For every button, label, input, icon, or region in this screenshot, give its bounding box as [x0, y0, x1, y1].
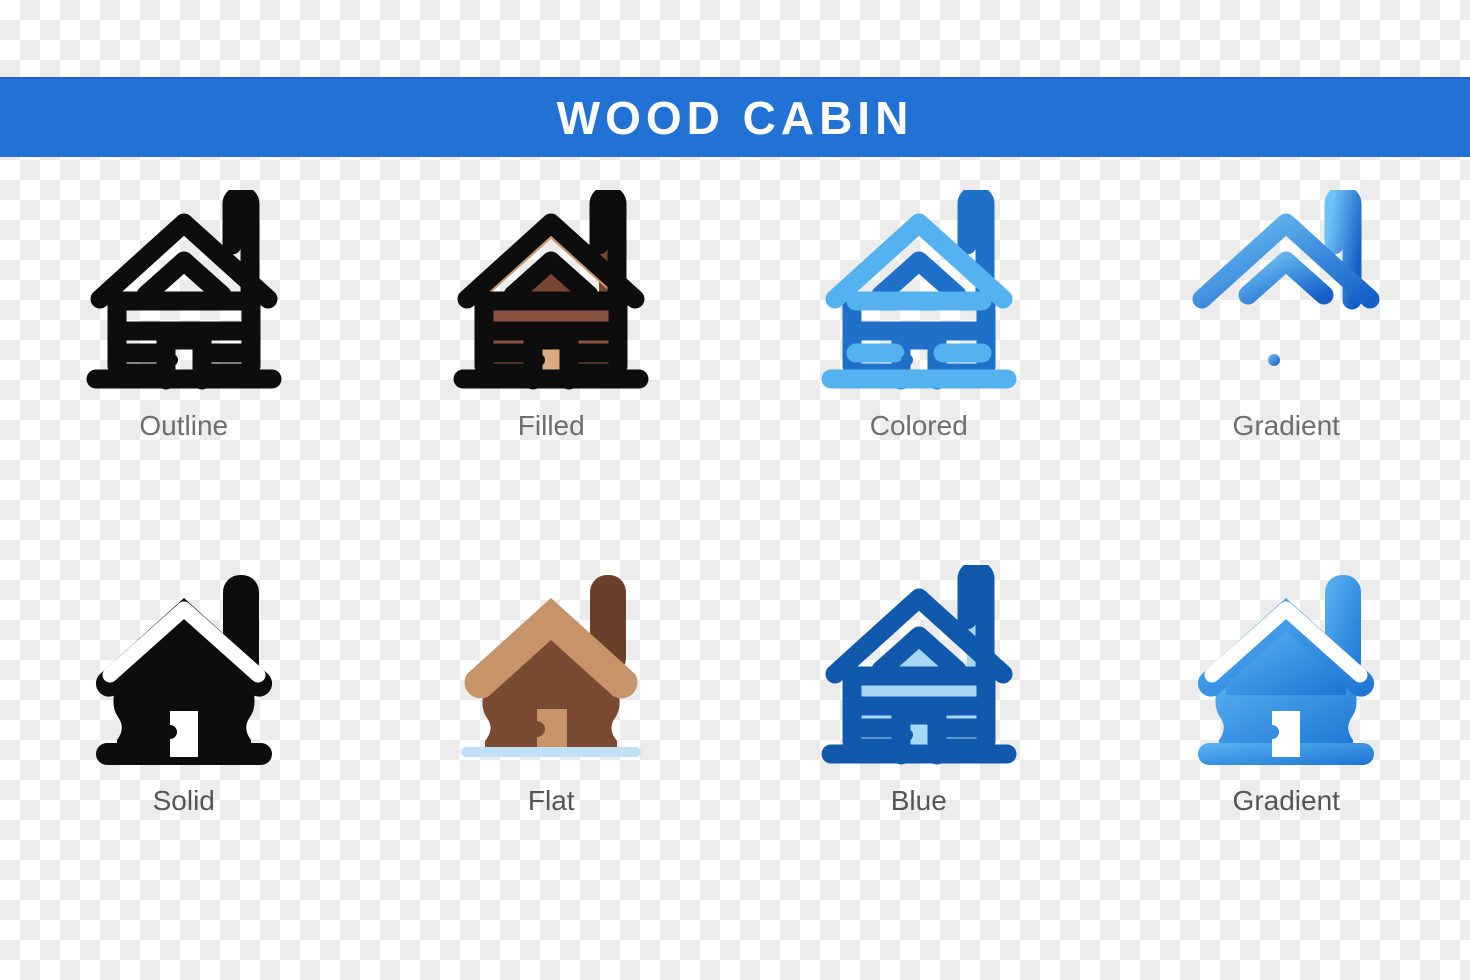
icon-grid: Outline Filled Colored Gradient Solid Fl…: [0, 185, 1470, 935]
icon-cell-outline[interactable]: Outline: [0, 185, 368, 560]
wood-cabin-colored-icon[interactable]: [814, 185, 1024, 400]
icon-cell-gradient-solid[interactable]: Gradient: [1103, 560, 1470, 935]
wood-cabin-gradient-outline-icon[interactable]: [1181, 185, 1391, 400]
style-label: Gradient: [1232, 410, 1340, 441]
style-label: Blue: [890, 785, 947, 816]
wood-cabin-outline-icon[interactable]: [79, 185, 289, 400]
icon-cell-filled[interactable]: Filled: [368, 185, 736, 560]
page-title: WOOD CABIN: [556, 92, 914, 144]
wood-cabin-solid-icon[interactable]: [79, 560, 289, 775]
style-label: Colored: [869, 410, 968, 441]
icon-cell-colored[interactable]: Colored: [735, 185, 1103, 560]
style-label: Gradient: [1232, 785, 1340, 816]
icon-set-canvas: WOOD CABIN Outline Filled Colored Gradie…: [0, 0, 1470, 980]
wood-cabin-gradient-solid-icon[interactable]: [1181, 560, 1391, 775]
style-label: Flat: [527, 785, 575, 816]
icon-cell-solid[interactable]: Solid: [0, 560, 368, 935]
style-label: Filled: [517, 410, 585, 441]
icon-cell-blue[interactable]: Blue: [735, 560, 1103, 935]
wood-cabin-filled-icon[interactable]: [446, 185, 656, 400]
wood-cabin-blue-icon[interactable]: [814, 560, 1024, 775]
title-banner: WOOD CABIN: [0, 77, 1470, 157]
icon-cell-flat[interactable]: Flat: [368, 560, 736, 935]
style-label: Outline: [139, 410, 229, 441]
icon-cell-gradient-outline[interactable]: Gradient: [1103, 185, 1470, 560]
wood-cabin-flat-icon[interactable]: [446, 560, 656, 775]
style-label: Solid: [152, 785, 215, 816]
